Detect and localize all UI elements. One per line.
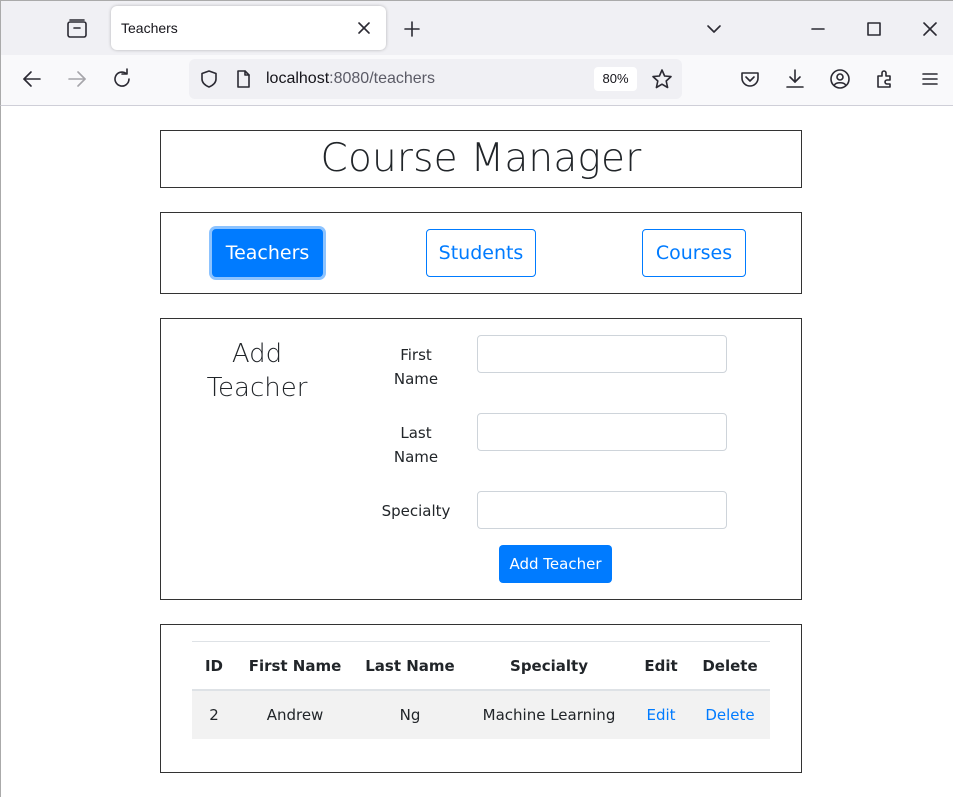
last-name-label: Last Name [371,421,461,469]
browser-tab-bar: Teachers [0,0,953,55]
star-icon[interactable] [651,68,673,90]
col-specialty: Specialty [510,656,588,675]
download-icon[interactable] [783,67,807,91]
add-teacher-form: Add Teacher First Name Last Name Special… [160,318,802,600]
table-row: 2 Andrew Ng Machine Learning Edit Delete [192,691,770,739]
browser-nav-bar: localhost:8080/teachers 80% [0,55,953,129]
zoom-badge[interactable]: 80% [594,67,637,91]
first-name-label: First Name [371,343,461,391]
col-first-name: First Name [248,656,342,675]
teachers-table-panel: ID First Name Last Name Specialty Edit D… [160,624,802,773]
maximize-icon[interactable] [863,18,885,40]
add-teacher-button[interactable]: Add Teacher [499,545,612,583]
cell-last-name: Ng [399,706,421,724]
account-icon[interactable] [828,67,852,91]
col-edit: Edit [644,656,678,675]
url-host: localhost [266,70,330,87]
nav-students-button[interactable]: Students [426,229,536,277]
pocket-icon[interactable] [738,67,762,91]
tab-title: Teachers [121,20,178,36]
browser-tab[interactable]: Teachers [111,6,386,50]
last-name-input[interactable] [477,413,727,451]
url-text[interactable]: localhost:8080/teachers [266,70,435,88]
back-arrow-icon[interactable] [20,67,44,91]
title-panel: Course Manager [160,130,802,188]
minimize-icon[interactable] [807,18,829,40]
extensions-icon[interactable] [873,67,897,91]
col-id: ID [204,656,224,675]
first-name-input[interactable] [477,335,727,373]
form-heading-line2: Teacher [206,373,308,403]
page-title: Course Manager [320,136,642,181]
last-name-label-line2: Name [393,448,439,466]
reload-icon[interactable] [110,67,134,91]
table-header: ID First Name Last Name Specialty Edit D… [192,641,770,691]
first-name-label-line2: Name [393,370,439,388]
page-icon[interactable] [233,69,253,89]
nav-teachers-button[interactable]: Teachers [212,229,323,277]
form-heading: Add Teacher [197,337,317,405]
edit-link[interactable]: Edit [632,691,690,739]
first-name-label-line1: First [400,346,432,364]
teachers-table: ID First Name Last Name Specialty Edit D… [192,641,770,739]
section-nav: Teachers Students Courses [160,212,802,294]
col-last-name: Last Name [365,656,455,675]
delete-link[interactable]: Delete [690,691,770,739]
specialty-label: Specialty [371,499,461,523]
specialty-input[interactable] [477,491,727,529]
menu-icon[interactable] [918,67,942,91]
shield-icon[interactable] [199,69,219,89]
url-path: :8080/teachers [329,70,436,87]
specialty-label-line1: Specialty [381,502,451,520]
cell-specialty: Machine Learning [482,706,616,724]
chevron-down-icon[interactable] [703,18,725,40]
tab-list-icon[interactable] [63,17,91,41]
url-bar[interactable]: localhost:8080/teachers 80% [189,59,682,99]
close-icon[interactable] [355,19,373,37]
forward-arrow-icon[interactable] [65,67,89,91]
window-close-icon[interactable] [919,18,941,40]
form-heading-line1: Add [231,339,283,369]
cell-id: 2 [209,706,219,724]
col-delete: Delete [702,656,758,675]
page-content: Course Manager Teachers Students Courses… [0,106,953,797]
last-name-label-line1: Last [400,424,432,442]
plus-icon[interactable] [401,18,423,40]
cell-first-name: Andrew [266,706,324,724]
nav-courses-button[interactable]: Courses [642,229,746,277]
